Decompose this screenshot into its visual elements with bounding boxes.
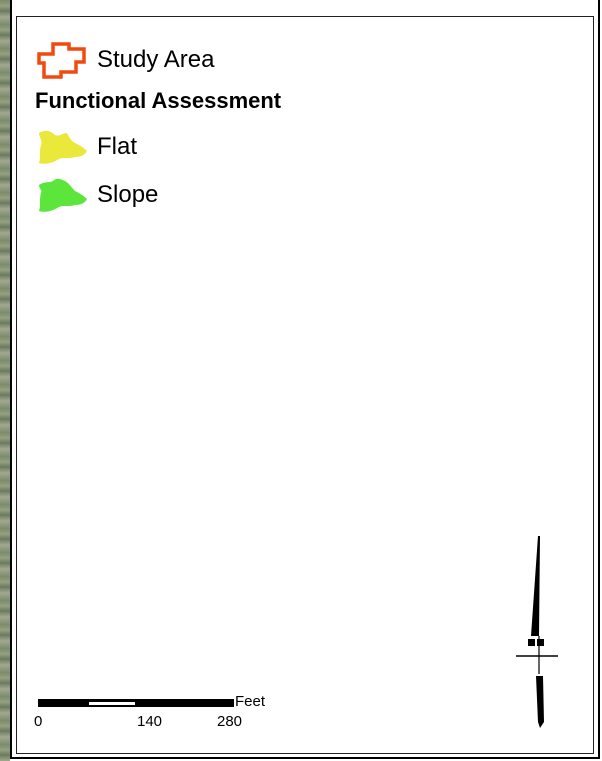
map-edge [0, 0, 10, 761]
study-area-icon [37, 42, 86, 79]
scale-tick-0: 0 [34, 713, 43, 730]
flat-swatch-icon [39, 130, 87, 164]
legend-heading: Functional Assessment [35, 88, 282, 113]
north-arrow-icon [516, 536, 558, 728]
legend-label-study-area: Study Area [97, 46, 215, 73]
legend-item-slope: Slope [35, 175, 158, 215]
slope-swatch [39, 178, 87, 212]
flat-swatch [39, 130, 87, 164]
scale-unit: Feet [235, 693, 266, 710]
legend-item-study-area: Study Area [35, 40, 214, 80]
slope-swatch-icon [39, 178, 87, 212]
scale-bar-graphic [38, 699, 234, 707]
scale-tick-140: 140 [137, 713, 163, 730]
legend-label-slope: Slope [97, 181, 159, 208]
legend-item-flat: Flat [35, 127, 137, 167]
legend-label-flat: Flat [97, 133, 138, 160]
map-layout: Study Area Functional Assessment Flat Sl… [0, 0, 602, 761]
scale-tick-280: 280 [217, 713, 243, 730]
